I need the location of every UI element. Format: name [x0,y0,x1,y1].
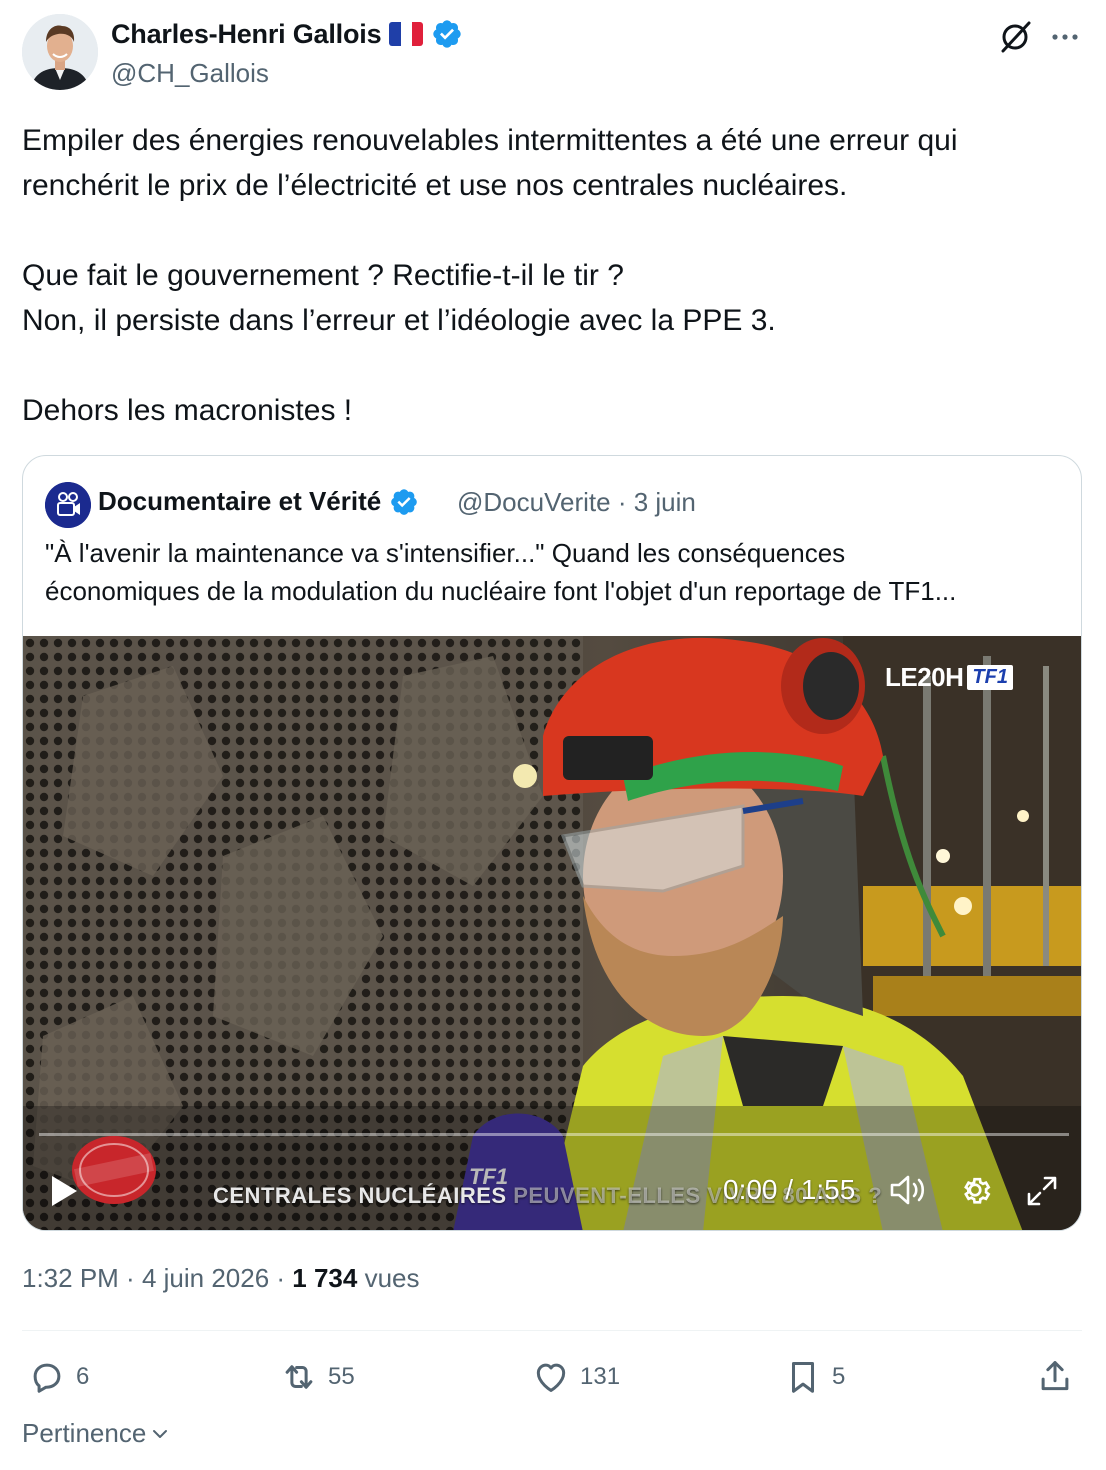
reply-count: 6 [76,1363,90,1390]
share-icon[interactable] [1036,1357,1074,1395]
bookmark-button[interactable]: 5 [784,1352,845,1402]
video-player[interactable]: TF1 LE20H TF1 CENTRALES NUCLÉAIRES PEUVE… [23,636,1081,1230]
quoted-text: "À l'avenir la maintenance va s'intensif… [45,534,1065,610]
bookmark-count: 5 [832,1363,846,1390]
heart-icon [536,1363,566,1392]
quoted-author-avatar[interactable] [45,482,91,528]
quoted-tweet[interactable]: Documentaire et Vérité @DocuVerite · 3 j… [22,455,1082,1231]
chevron-down-icon [153,1429,168,1438]
verified-badge-icon [433,20,462,48]
verified-badge-icon [391,488,418,515]
author-avatar[interactable] [22,14,98,90]
video-frame: TF1 [23,636,1081,1230]
author-name-row[interactable]: Charles-Henri Gallois [111,18,463,50]
sort-dropdown[interactable]: Pertinence [22,1418,170,1449]
caption-main: CENTRALES NUCLÉAIRES [213,1183,507,1208]
channel-logo-text: LE20H [885,662,964,692]
tweet-text-line: renchérit le prix de l’électricité et us… [22,169,848,202]
volume-icon[interactable] [889,1173,927,1207]
grok-icon[interactable] [996,18,1034,56]
french-flag-icon [389,22,424,46]
view-count: 1 734 [292,1263,358,1293]
quoted-author-handle[interactable]: @DocuVerite [457,487,611,517]
view-label: vues [364,1263,420,1293]
settings-gear-icon[interactable] [957,1172,993,1208]
tweet-detail: Charles-Henri Gallois @CH_Gallois Empile… [0,0,1106,1470]
bookmark-icon [791,1362,815,1393]
play-icon[interactable] [49,1174,79,1208]
author-name[interactable]: Charles-Henri Gallois [111,19,382,50]
quoted-text-line: économiques de la modulation du nucléair… [45,576,957,606]
fullscreen-icon[interactable] [1025,1174,1059,1208]
tweet-text-line: Non, il persiste dans l’erreur et l’idéo… [22,304,776,337]
defense-dentrer-logo [72,1136,156,1204]
tweet-time[interactable]: 1:32 PM [22,1263,119,1293]
quoted-author-name-row[interactable]: Documentaire et Vérité [98,486,419,517]
like-count: 131 [580,1363,621,1390]
repost-icon [285,1365,313,1389]
tweet-date[interactable]: 4 juin 2026 [142,1263,269,1293]
repost-count: 55 [328,1363,355,1390]
tweet-text-line: Dehors les macronistes ! [22,394,353,427]
video-progress-bar[interactable] [39,1133,1069,1136]
tweet-text-line: Empiler des énergies renouvelables inter… [22,124,958,157]
repost-button[interactable]: 55 [280,1352,355,1402]
author-handle[interactable]: @CH_Gallois [111,58,269,89]
more-options-icon[interactable] [1048,22,1082,52]
reply-button[interactable]: 6 [28,1352,89,1402]
tweet-timestamp: 1:32 PM · 4 juin 2026 · 1 734 vues [22,1263,420,1293]
quoted-text-line: "À l'avenir la maintenance va s'intensif… [45,538,846,568]
quoted-meta: @DocuVerite · 3 juin [457,487,696,517]
sort-label: Pertinence [22,1418,147,1448]
tweet-text: Empiler des énergies renouvelables inter… [22,118,1082,433]
quoted-author-name[interactable]: Documentaire et Vérité [98,486,381,517]
like-button[interactable]: 131 [532,1352,620,1402]
quoted-date[interactable]: 3 juin [634,487,696,517]
tweet-text-line: Que fait le gouvernement ? Rectifie-t-il… [22,259,624,292]
channel-logo-tf1: TF1 [967,665,1013,690]
tf1-channel-logo: LE20H TF1 [885,662,1013,693]
divider [22,1330,1082,1331]
video-timecode: 0:00 / 1:55 [723,1174,856,1205]
reply-icon [33,1363,61,1393]
